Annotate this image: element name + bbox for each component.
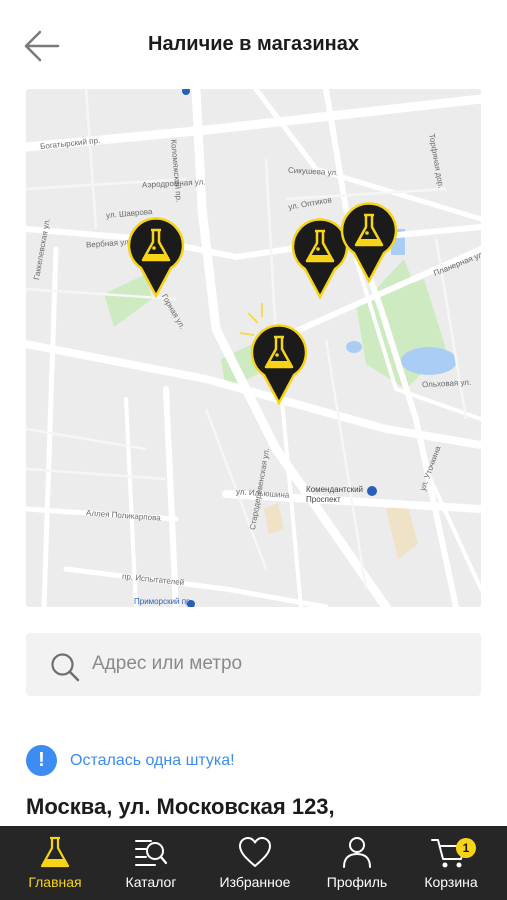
info-icon: !: [26, 745, 57, 776]
street-label: Приморский пр.: [134, 597, 193, 606]
heart-icon: [239, 837, 271, 867]
tab-profile[interactable]: Профиль: [316, 826, 398, 900]
tab-label: Профиль: [326, 874, 388, 890]
user-icon: [343, 837, 371, 868]
store-pin[interactable]: [250, 323, 308, 406]
catalog-search-icon: [135, 840, 168, 866]
tab-favorites[interactable]: Избранное: [209, 826, 301, 900]
tab-label: Главная: [28, 874, 82, 890]
header: Наличие в магазинах: [0, 0, 507, 88]
tab-catalog[interactable]: Каталог: [110, 826, 192, 900]
tab-home[interactable]: Главная: [14, 826, 96, 900]
cart-badge: 1: [456, 838, 476, 858]
tab-label: Каталог: [125, 874, 177, 890]
tab-label: Избранное: [219, 874, 291, 890]
search-placeholder: Адрес или метро: [92, 653, 243, 674]
flask-map-pin-icon: [127, 217, 185, 299]
stock-notice-text: Осталась одна штука!: [70, 752, 235, 769]
street-label: Комендантский Проспект: [306, 485, 364, 504]
bottom-tab-bar: Главная Каталог Избранное Профиль 1 Корз…: [0, 826, 507, 900]
flask-icon: [40, 836, 70, 868]
flask-map-pin-icon: [340, 202, 398, 284]
search-icon: [51, 653, 80, 682]
store-pin[interactable]: [340, 201, 398, 284]
store-pin[interactable]: [127, 216, 185, 299]
store-address: Москва, ул. Московская 123,: [26, 794, 335, 819]
tab-label: Корзина: [424, 874, 478, 890]
tab-cart[interactable]: 1 Корзина: [410, 826, 492, 900]
store-map[interactable]: Богатырский пр. Аэродромная ул. ул. Шавр…: [26, 89, 481, 607]
search-input[interactable]: Адрес или метро: [26, 633, 481, 696]
page-title: Наличие в магазинах: [148, 33, 359, 55]
flask-map-pin-icon: [250, 324, 308, 406]
